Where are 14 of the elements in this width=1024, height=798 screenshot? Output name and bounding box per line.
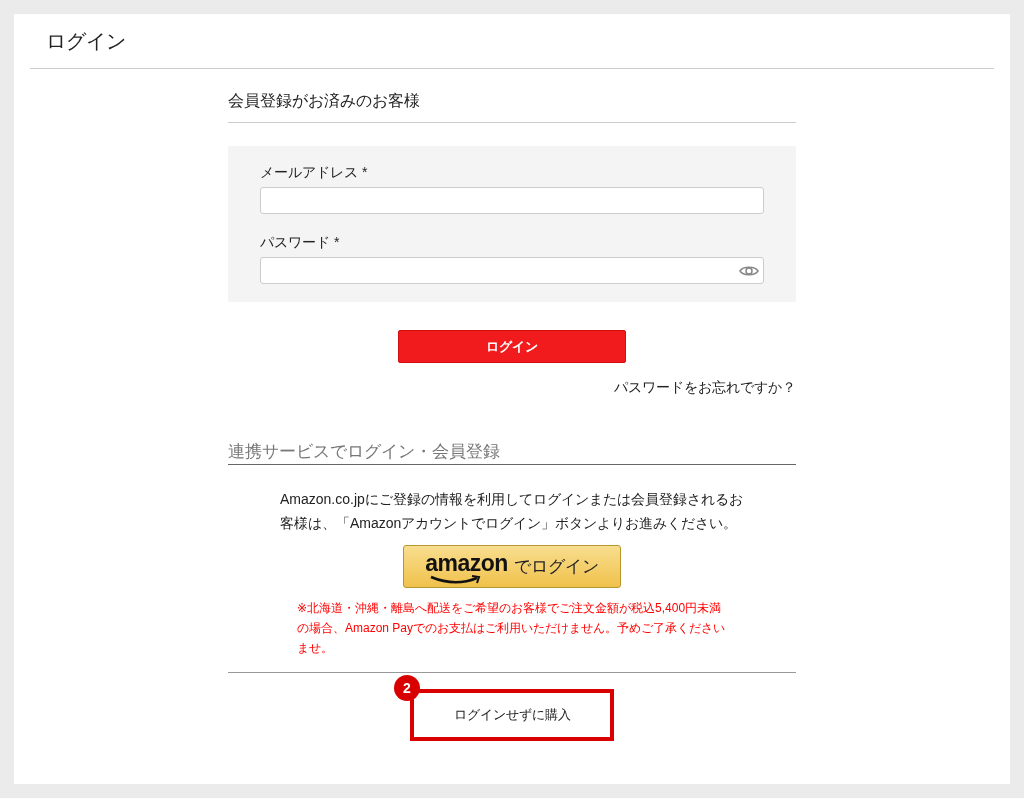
email-field[interactable] (260, 187, 764, 214)
amazon-login-button[interactable]: amazon でログイン (403, 545, 621, 588)
notice-text: ※北海道・沖縄・離島へ配送をご希望のお客様でご注文金額が税込5,400円未満の場合、Amazon Payでのお支払はご利用いただけません。予めご了承くださいませ。 (297, 600, 727, 657)
login-button[interactable]: ログイン (398, 330, 626, 363)
field-label: パスワード * (260, 234, 341, 252)
description-text: Amazon.co.jpにご登録の情報を利用してログインまたは会員登録されるお客様は、「Amazonアカウントでログイン」ボタンよりお進みください。 (280, 490, 744, 533)
section-heading: 会員登録がお済みのお客様 (228, 91, 796, 123)
guest-purchase-button[interactable]: ログインせずに購入 (410, 689, 614, 741)
password-field[interactable] (260, 257, 764, 284)
page-title: ログイン (45, 28, 127, 54)
step-badge: 2 (394, 675, 420, 701)
forgot-password-link[interactable]: パスワードをお忘れですか？ (614, 379, 796, 397)
field-label: メールアドレス * (260, 164, 369, 182)
section-heading: 連携サービスでログイン・会員登録 (228, 440, 796, 465)
